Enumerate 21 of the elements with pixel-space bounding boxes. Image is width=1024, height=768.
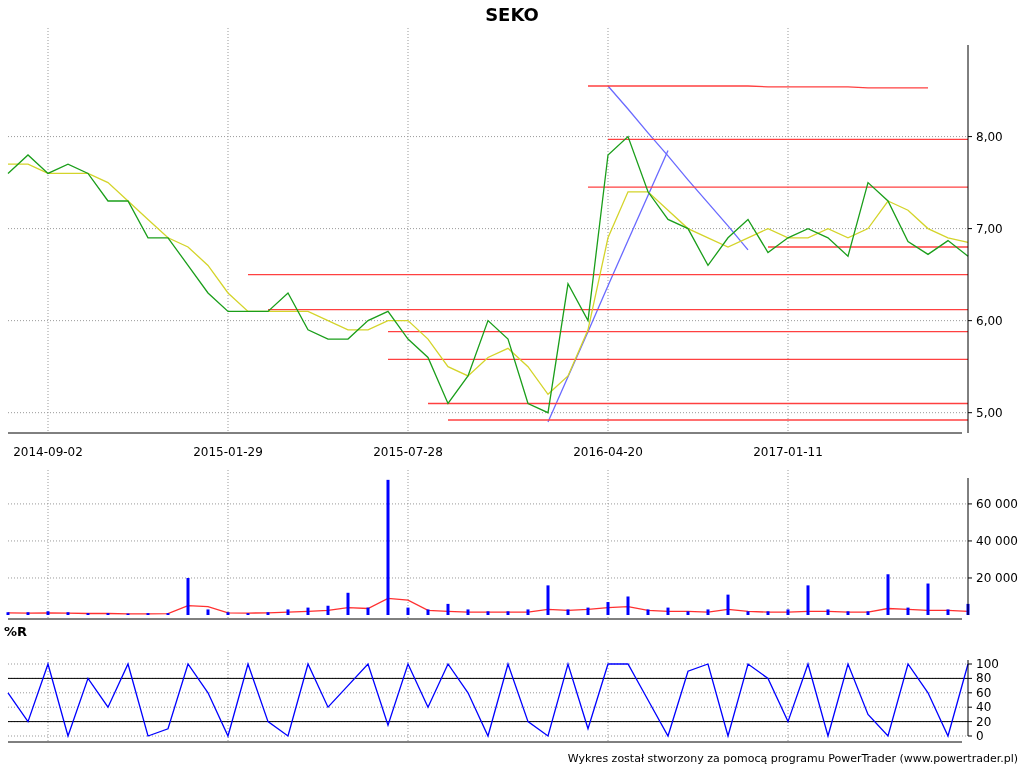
y-tick-label: 20 (976, 714, 992, 729)
date-label: 2017-01-11 (753, 445, 823, 459)
indicator-label: %R (4, 624, 28, 639)
y-tick-label: 40 000 (976, 533, 1018, 548)
date-label: 2015-01-29 (193, 445, 263, 459)
date-label: 2014-09-02 (13, 445, 83, 459)
credit-text: Wykres został stworzony za pomocą programu PowerTrader (www.powertrader.pl) (567, 751, 1018, 765)
chart-title: SEKO (485, 3, 539, 25)
y-tick-label: 7,00 (976, 221, 1003, 236)
date-label: 2016-04-20 (573, 445, 643, 459)
y-tick-label: 60 000 (976, 496, 1018, 511)
y-tick-label: 0 (976, 729, 984, 743)
y-tick-label: 20 000 (976, 570, 1018, 585)
y-tick-label: 40 (976, 700, 992, 715)
date-label: 2015-07-28 (373, 445, 443, 459)
y-tick-label: 5,00 (976, 405, 1003, 420)
y-tick-label: 80 (976, 671, 992, 686)
y-tick-label: 100 (976, 657, 999, 671)
y-tick-label: 60 (976, 685, 992, 700)
y-tick-label: 8,00 (976, 129, 1003, 144)
y-tick-label: 6,00 (976, 313, 1003, 328)
